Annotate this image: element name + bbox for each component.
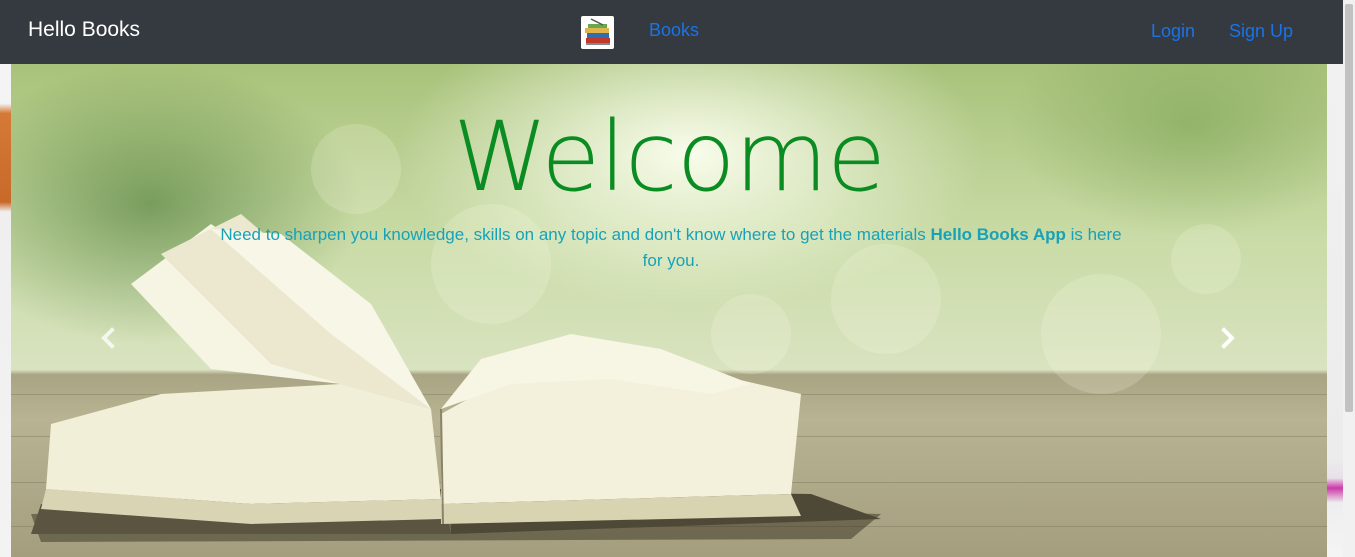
nav-login-link[interactable]: Login bbox=[1151, 21, 1195, 42]
navbar: Hello Books Books Login Sign Up bbox=[0, 0, 1343, 64]
page: Hello Books Books Login Sign Up Welcome … bbox=[0, 0, 1355, 557]
intro-app-name: Hello Books App bbox=[930, 225, 1066, 244]
welcome-heading: Welcome bbox=[452, 101, 886, 213]
books-stack-icon[interactable] bbox=[581, 16, 614, 49]
next-slide-edge bbox=[1327, 64, 1343, 557]
carousel-next-button[interactable] bbox=[1215, 326, 1239, 350]
previous-slide-edge bbox=[0, 64, 11, 557]
scrollbar-thumb[interactable] bbox=[1345, 4, 1353, 412]
intro-text-main: Need to sharpen you knowledge, skills on… bbox=[220, 225, 931, 244]
nav-signup-link[interactable]: Sign Up bbox=[1229, 21, 1293, 42]
nav-books-link[interactable]: Books bbox=[649, 20, 699, 41]
brand-link[interactable]: Hello Books bbox=[28, 18, 140, 42]
chevron-right-icon bbox=[1221, 327, 1235, 349]
carousel-prev-button[interactable] bbox=[97, 326, 121, 350]
page-scrollbar[interactable] bbox=[1343, 0, 1355, 557]
intro-text: Need to sharpen you knowledge, skills on… bbox=[216, 222, 1126, 274]
chevron-left-icon bbox=[101, 327, 115, 349]
hero-carousel: Welcome Need to sharpen you knowledge, s… bbox=[11, 64, 1327, 557]
